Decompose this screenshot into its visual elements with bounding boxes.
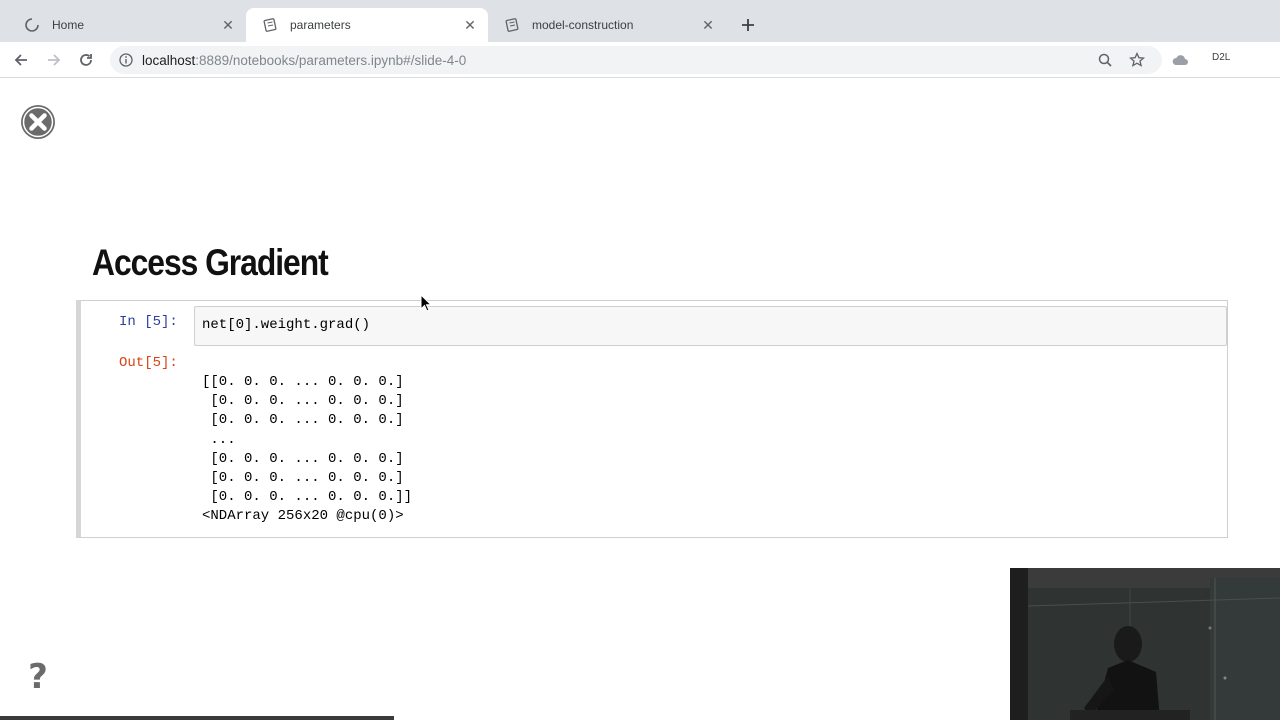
code-text: net[0].weight.grad() xyxy=(202,317,371,333)
slide-title: Access Gradient xyxy=(92,242,329,283)
close-slideshow-button[interactable] xyxy=(20,104,56,140)
close-tab-icon[interactable]: ✕ xyxy=(220,17,236,33)
reload-icon xyxy=(80,54,92,66)
code-cell[interactable]: In [5]: net[0].weight.grad() Out[5]: [[0… xyxy=(76,300,1228,538)
input-prompt: In [5]: xyxy=(119,314,178,330)
output-prompt: Out[5]: xyxy=(119,355,178,371)
spinner-icon xyxy=(24,17,40,33)
extension-badge[interactable]: D2L xyxy=(1212,52,1230,63)
info-icon[interactable] xyxy=(118,52,134,68)
tab-home[interactable]: Home ✕ xyxy=(8,8,246,42)
url-host: localhost xyxy=(142,52,196,68)
cell-output: [[0. 0. 0. ... 0. 0. 0.] [0. 0. 0. ... 0… xyxy=(202,374,413,525)
tab-label: model-construction xyxy=(532,18,634,32)
url-path: :8889/notebooks/parameters.ipynb#/slide-… xyxy=(195,52,467,68)
tab-strip: Home ✕ parameters ✕ model-construction ✕ xyxy=(0,0,1280,42)
presenter-video-frame xyxy=(1010,568,1280,720)
close-tab-icon[interactable]: ✕ xyxy=(462,17,478,33)
zoom-icon[interactable] xyxy=(1095,50,1115,70)
extension-button[interactable] xyxy=(1168,48,1192,72)
url-text: localhost:8889/notebooks/parameters.ipyn… xyxy=(142,53,466,68)
tab-label: Home xyxy=(52,18,85,32)
tab-parameters[interactable]: parameters ✕ xyxy=(246,8,488,42)
browser-toolbar: localhost:8889/notebooks/parameters.ipyn… xyxy=(0,42,1280,78)
new-tab-button[interactable] xyxy=(736,13,760,37)
tab-label: parameters xyxy=(290,18,351,32)
presenter-video xyxy=(1010,568,1280,720)
code-input[interactable]: net[0].weight.grad() xyxy=(194,306,1227,346)
close-tab-icon[interactable]: ✕ xyxy=(700,17,716,33)
bookmark-star-icon[interactable] xyxy=(1127,50,1147,70)
tab-model-construction[interactable]: model-construction ✕ xyxy=(488,8,726,42)
close-circle-icon xyxy=(21,105,55,139)
notebook-icon xyxy=(504,17,520,33)
cloud-icon xyxy=(1172,55,1188,65)
slide-progress-bar xyxy=(0,716,394,720)
address-bar[interactable]: localhost:8889/notebooks/parameters.ipyn… xyxy=(110,46,1162,74)
reload-button[interactable] xyxy=(74,48,98,72)
back-button[interactable] xyxy=(9,48,33,72)
arrow-left-icon xyxy=(14,54,27,66)
forward-button[interactable] xyxy=(42,48,66,72)
notebook-icon xyxy=(262,17,278,33)
mouse-cursor-icon xyxy=(420,293,433,312)
plus-icon xyxy=(742,19,754,31)
arrow-right-icon xyxy=(48,54,61,66)
help-button[interactable]: ? xyxy=(24,660,52,694)
